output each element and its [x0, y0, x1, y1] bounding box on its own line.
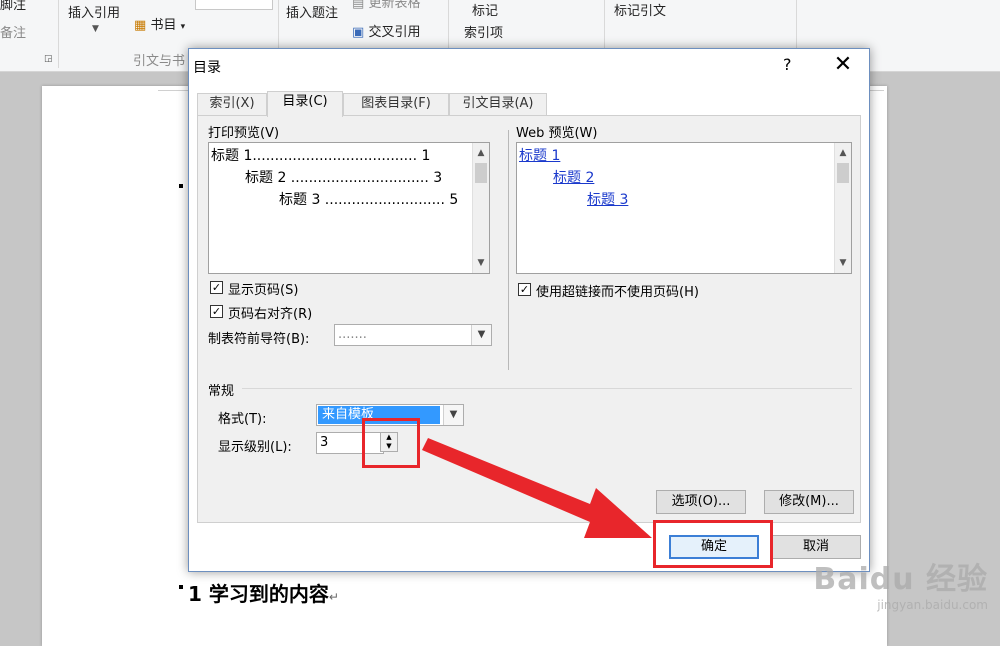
update-table-button[interactable]: ▤ 更新表格 [352, 0, 420, 11]
web-preview-box[interactable]: 标题 1 标题 2 标题 3 ▲ ▼ [516, 142, 852, 274]
web-preview-scrollbar[interactable]: ▲ ▼ [834, 143, 851, 273]
print-preview-box[interactable]: 标题 1....................................… [208, 142, 490, 274]
highlight-box-ok [653, 520, 773, 568]
right-align-label[interactable]: 页码右对齐(R) [228, 303, 312, 322]
format-label: 格式(T): [218, 412, 267, 427]
right-align-checkbox[interactable]: ✓ [210, 305, 223, 318]
help-icon[interactable]: ? [783, 55, 792, 74]
note-label[interactable]: 备注 [0, 22, 26, 41]
print-preview-scrollbar[interactable]: ▲ ▼ [472, 143, 489, 273]
dialog-launcher-icon[interactable]: ◲ [44, 54, 53, 64]
watermark: Baidu 经验 jingyan.baidu.com [813, 554, 988, 612]
show-page-numbers-label[interactable]: 显示页码(S) [228, 279, 298, 298]
web-preview-label: Web 预览(W) [516, 126, 598, 141]
scroll-thumb[interactable] [475, 163, 487, 183]
close-icon[interactable]: ✕ [825, 51, 861, 79]
dialog-title: 目录 [193, 60, 221, 76]
chevron-down-icon[interactable]: ▼ [92, 24, 99, 34]
bibliography-icon: ▦ [134, 18, 147, 33]
print-preview-line: 标题 3 ........................... 5 [279, 192, 459, 208]
heading-bullet [179, 585, 183, 589]
insert-citation-button[interactable]: 插入引用 [68, 2, 120, 21]
cross-reference-button[interactable]: ▣ 交叉引用 [352, 21, 420, 40]
show-page-numbers-checkbox[interactable]: ✓ [210, 281, 223, 294]
print-preview-label: 打印预览(V) [208, 126, 280, 141]
web-preview-link[interactable]: 标题 2 [553, 167, 594, 187]
bibliography-button[interactable]: ▦ 书目 ▾ [134, 14, 185, 33]
general-divider [242, 388, 852, 389]
scroll-down-icon[interactable]: ▼ [473, 255, 489, 271]
insert-caption-button[interactable]: 插入题注 [286, 2, 338, 21]
paragraph-bullet [179, 184, 183, 188]
mark-entry-label-2[interactable]: 索引项 [464, 22, 503, 41]
watermark-url: jingyan.baidu.com [877, 598, 988, 612]
mark-citation-button[interactable]: 标记引文 [614, 0, 666, 19]
ribbon-style-box[interactable] [195, 0, 273, 10]
mark-entry-label-1[interactable]: 标记 [472, 0, 498, 19]
levels-label: 显示级别(L): [218, 440, 292, 455]
paragraph-mark-icon: ↵ [328, 590, 339, 604]
chevron-down-icon[interactable]: ▼ [471, 325, 491, 345]
tab-leader-value: ....... [338, 327, 367, 342]
footnote-label[interactable]: 脚注 [0, 0, 26, 13]
update-table-icon: ▤ [352, 0, 365, 11]
citation-group-label: 引文与书 [133, 54, 186, 69]
preview-divider [508, 130, 509, 370]
ribbon-separator [58, 0, 59, 68]
annotation-arrow-icon [422, 438, 652, 538]
watermark-logo: Baidu 经验 [813, 562, 988, 597]
scroll-up-icon[interactable]: ▲ [835, 145, 851, 161]
tab-leader-label: 制表符前导符(B): [208, 332, 310, 347]
print-preview-line: 标题 1....................................… [211, 148, 431, 164]
use-hyperlinks-checkbox[interactable]: ✓ [518, 283, 531, 296]
tab-leader-select[interactable]: ....... ▼ [334, 324, 492, 346]
tab-toc[interactable]: 目录(C) [267, 91, 343, 117]
web-preview-link[interactable]: 标题 1 [519, 145, 560, 165]
use-hyperlinks-label[interactable]: 使用超链接而不使用页码(H) [536, 281, 699, 300]
cross-reference-icon: ▣ [352, 25, 365, 40]
print-preview-line: 标题 2 ............................... 3 [245, 170, 443, 186]
scroll-thumb[interactable] [837, 163, 849, 183]
scroll-up-icon[interactable]: ▲ [473, 145, 489, 161]
highlight-box-stepper [362, 418, 420, 468]
web-preview-link[interactable]: 标题 3 [587, 189, 628, 209]
modify-button[interactable]: 修改(M)... [764, 490, 854, 514]
scroll-down-icon[interactable]: ▼ [835, 255, 851, 271]
tab-table-of-figures[interactable]: 图表目录(F) [343, 93, 449, 115]
tab-table-of-authorities[interactable]: 引文目录(A) [449, 93, 547, 115]
general-section-label: 常规 [208, 384, 235, 399]
tab-index[interactable]: 索引(X) [197, 93, 267, 115]
document-heading[interactable]: 1 学习到的内容↵ [188, 578, 339, 607]
levels-value: 3 [320, 435, 329, 450]
options-button[interactable]: 选项(O)... [656, 490, 746, 514]
